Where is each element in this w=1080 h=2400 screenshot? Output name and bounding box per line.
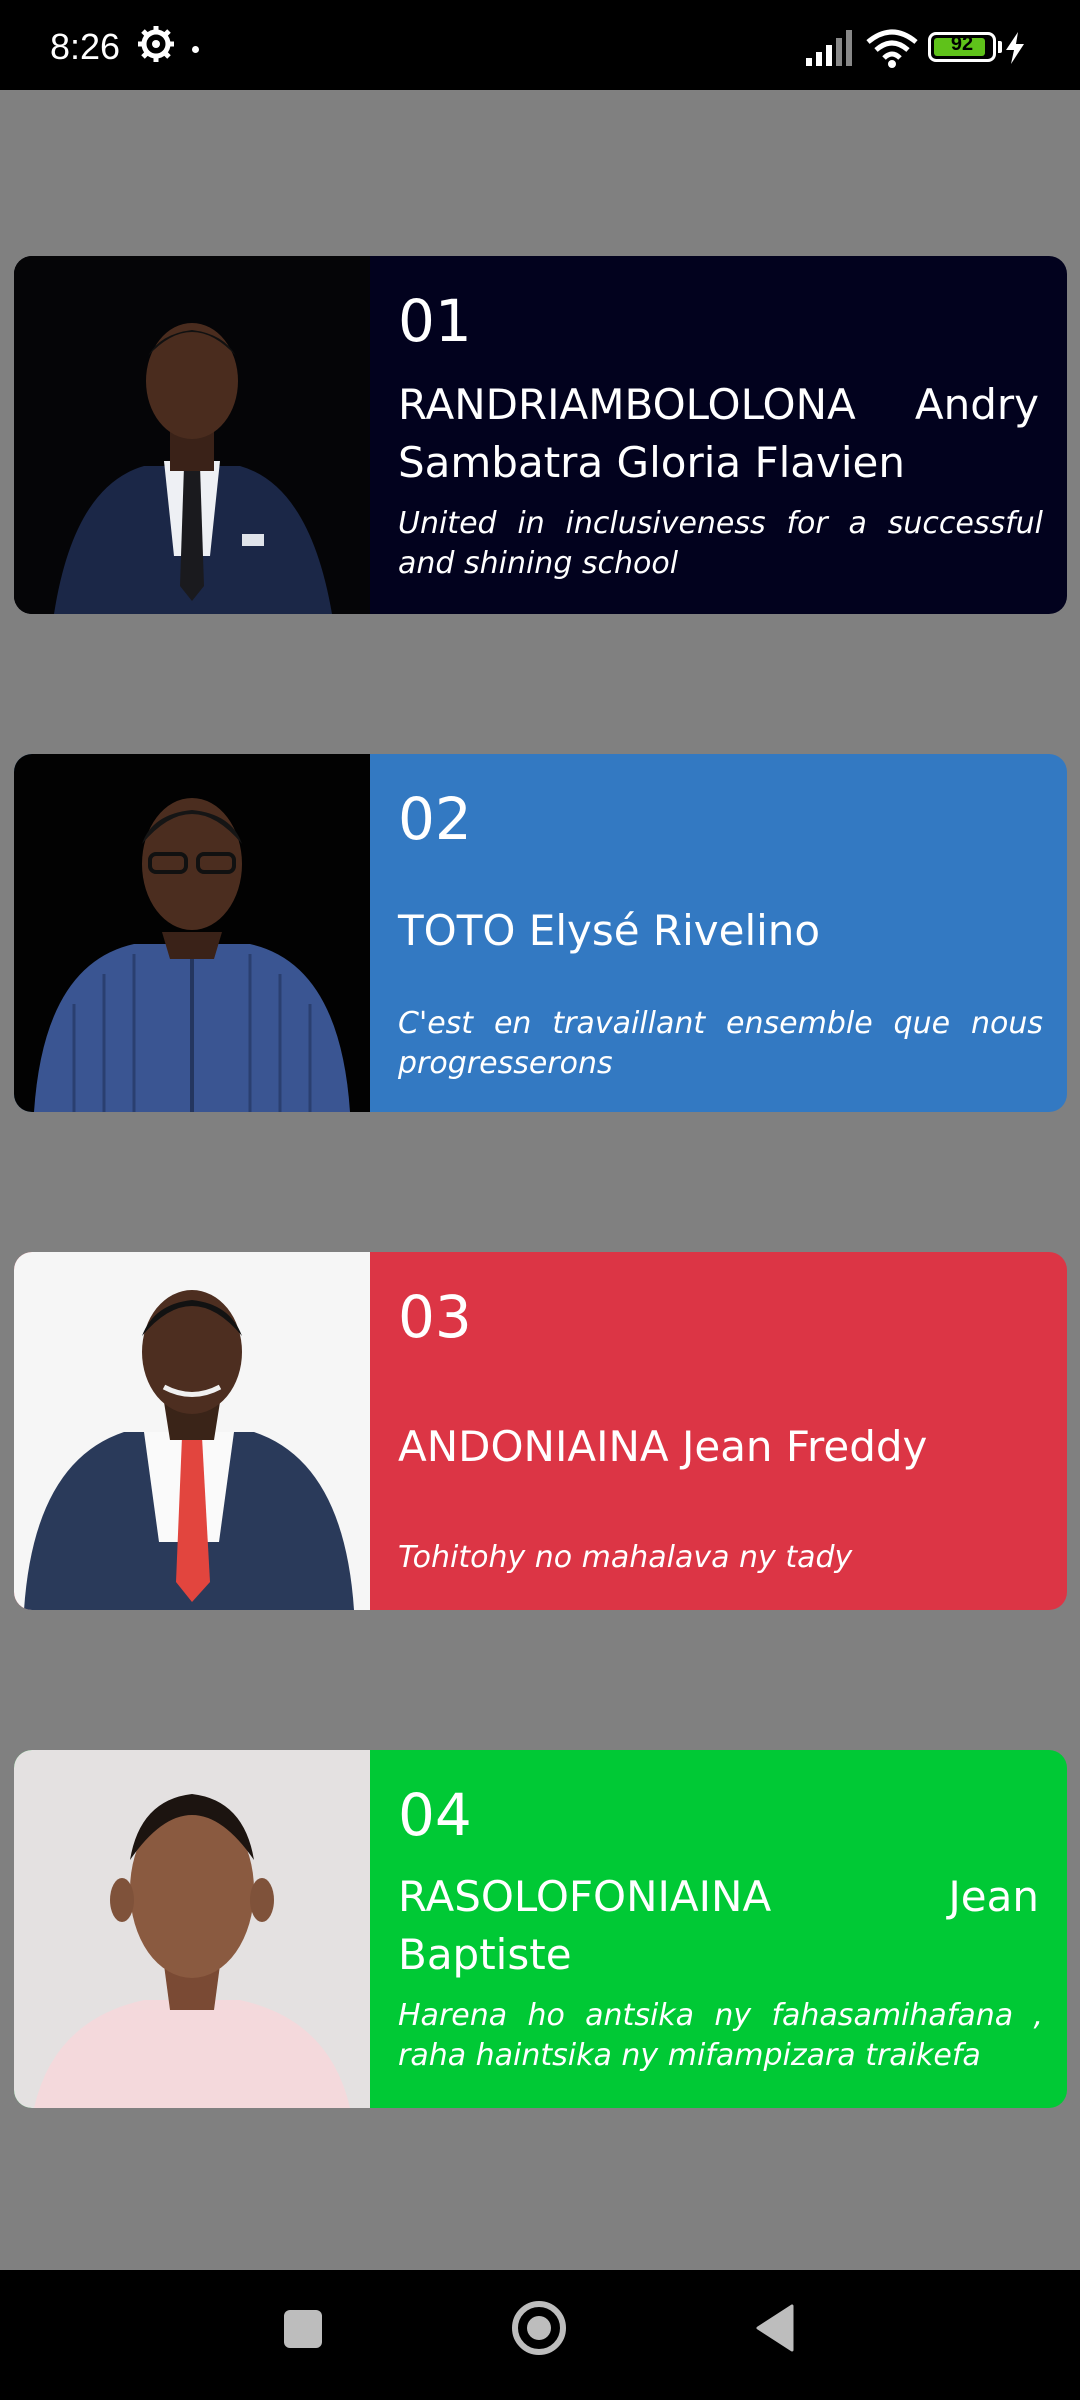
battery-icon: 92 <box>928 32 996 62</box>
candidate-number: 01 <box>398 287 472 355</box>
candidate-card-2[interactable]: 02 TOTO Elysé Rivelino C'est en travaill… <box>14 754 1067 1112</box>
candidate-info-2: 02 TOTO Elysé Rivelino C'est en travaill… <box>370 754 1067 1112</box>
candidate-slogan: C'est en travaillant ensemble que nous p… <box>398 1006 1043 1081</box>
candidate-number: 04 <box>398 1781 472 1849</box>
status-time: 8:26 <box>50 26 121 67</box>
candidate-info-3: 03 ANDONIAINA Jean Freddy Tohitohy no ma… <box>370 1252 1067 1610</box>
status-bar: 8:26 92 <box>0 0 1080 90</box>
candidate-photo-4 <box>14 1750 370 2108</box>
candidate-info-1: 01 RANDRIAMBOLOLONA Andry Sambatra Glori… <box>370 256 1067 614</box>
battery-level: 92 <box>950 33 974 55</box>
candidate-card-3[interactable]: 03 ANDONIAINA Jean Freddy Tohitohy no ma… <box>14 1252 1067 1610</box>
candidate-name: ANDONIAINA Jean Freddy <box>398 1422 928 1471</box>
candidate-photo-2 <box>14 754 370 1112</box>
candidate-info-4: 04 RASOLOFONIAINA Jean Baptiste Harena h… <box>370 1750 1067 2108</box>
candidate-slogan: Tohitohy no mahalava ny tady <box>398 1540 853 1575</box>
battery-tip <box>998 41 1002 53</box>
signal-icon <box>806 30 852 66</box>
candidate-number: 02 <box>398 785 472 853</box>
candidate-name: TOTO Elysé Rivelino <box>398 906 821 955</box>
candidate-photo-1 <box>14 256 370 614</box>
charging-bolt-icon <box>1006 32 1024 64</box>
notification-dot <box>192 46 199 53</box>
candidate-name: RANDRIAMBOLOLONA Andry Sambatra Gloria F… <box>398 380 1039 487</box>
candidate-name: RASOLOFONIAINA Jean Baptiste <box>398 1872 1039 1979</box>
back-icon[interactable] <box>754 2304 794 2352</box>
gear-icon <box>138 26 174 62</box>
wifi-icon <box>866 29 918 68</box>
candidate-photo-3 <box>14 1252 370 1610</box>
candidate-slogan: Harena ho antsika ny fahasamihafana , ra… <box>398 1998 1043 2073</box>
candidate-card-4[interactable]: 04 RASOLOFONIAINA Jean Baptiste Harena h… <box>14 1750 1067 2108</box>
navigation-bar <box>0 2270 1080 2400</box>
candidate-card-1[interactable]: 01 RANDRIAMBOLOLONA Andry Sambatra Glori… <box>14 256 1067 614</box>
recent-apps-icon[interactable] <box>284 2310 322 2348</box>
candidate-slogan: United in inclusiveness for a successful… <box>398 506 1043 581</box>
candidate-number: 03 <box>398 1283 472 1351</box>
home-icon[interactable] <box>511 2300 567 2356</box>
